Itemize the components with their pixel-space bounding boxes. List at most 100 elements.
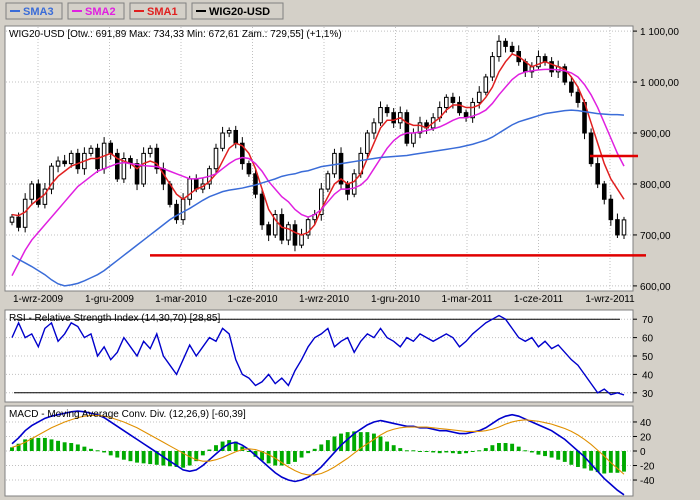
date-tick-label: 1-cze-2010 [227, 294, 277, 305]
macd-histogram-bar [562, 451, 567, 462]
macd-histogram-bar [266, 451, 271, 464]
macd-histogram-bar [56, 440, 61, 451]
macd-histogram-bar [69, 443, 74, 451]
macd-histogram-bar [431, 451, 436, 453]
date-tick-label: 1-wrz-2011 [585, 294, 635, 305]
macd-tick-label: -40 [640, 476, 655, 487]
candle-body [233, 129, 239, 144]
macd-histogram-bar [411, 450, 416, 452]
candle-body [601, 183, 607, 200]
price-tick-label: 700,00 [640, 231, 671, 242]
macd-histogram-bar [378, 436, 383, 451]
legend-label: SMA2 [85, 6, 116, 18]
macd-histogram-bar [523, 450, 528, 452]
rsi-tick-label: 40 [642, 370, 654, 381]
macd-histogram-bar [543, 451, 547, 457]
candle-body [450, 96, 456, 103]
macd-histogram-bar [62, 442, 67, 451]
macd-histogram-bar [89, 448, 93, 451]
candle-body [147, 147, 153, 154]
candle-body [496, 40, 502, 58]
date-tick-label: 1-wrz-2010 [299, 294, 349, 305]
candle-body [68, 152, 74, 165]
candle-body [483, 76, 489, 93]
date-tick-label: 1-wrz-2009 [13, 294, 63, 305]
macd-histogram-bar [214, 445, 218, 451]
candle-body [213, 147, 219, 170]
candle-body [193, 178, 199, 190]
macd-panel-title: MACD - Moving Average Conv. Div. (12,26,… [9, 409, 246, 420]
candle-body [108, 142, 114, 154]
macd-histogram-bar [187, 451, 192, 466]
candle-body [141, 152, 146, 185]
date-tick-label: 1-gru-2009 [85, 294, 134, 305]
macd-histogram-bar [490, 445, 495, 451]
macd-histogram-bar [503, 443, 508, 451]
macd-histogram-bar [108, 451, 113, 456]
price-tick-label: 900,00 [640, 129, 671, 140]
macd-histogram-bar [148, 451, 153, 465]
macd-histogram-bar [549, 451, 554, 458]
candle-body [621, 219, 627, 236]
macd-histogram-bar [404, 450, 409, 452]
candle-body [332, 152, 337, 175]
candle-body [608, 198, 614, 221]
candle-body [226, 129, 232, 134]
macd-histogram-bar [582, 451, 587, 469]
macd-histogram-bar [332, 436, 337, 451]
date-tick-label: 1-gru-2010 [371, 294, 420, 305]
candle-body [351, 173, 357, 195]
candle-body [457, 101, 462, 114]
candle-body [391, 112, 396, 124]
macd-histogram-bar [391, 445, 396, 451]
candle-body [378, 107, 383, 124]
macd-y-axis: 40 20 0 -20 -40 [633, 418, 655, 487]
candle-body [299, 234, 304, 246]
macd-histogram-bar [102, 451, 107, 453]
macd-histogram-bar [477, 450, 482, 452]
candle-body [404, 112, 410, 144]
rsi-y-axis: 70 60 50 40 30 [633, 315, 654, 400]
candle-body [365, 132, 370, 154]
candle-body [75, 152, 81, 170]
chart-canvas: SMA3 SMA2 SMA1 WIG20-USD WIG20-USD [Otw.: 6… [0, 0, 700, 497]
candle-body [503, 40, 508, 47]
macd-histogram-bar [556, 451, 561, 460]
candle-body [9, 216, 15, 223]
macd-histogram-bar [371, 433, 376, 451]
macd-histogram-bar [128, 451, 133, 462]
candle-body [220, 132, 225, 149]
rsi-tick-label: 60 [642, 334, 654, 345]
macd-histogram-bar [82, 446, 87, 451]
candle-body [476, 91, 482, 103]
candle-body [384, 107, 390, 114]
rsi-tick-label: 50 [642, 352, 654, 363]
candle-body [509, 45, 515, 52]
candle-body [490, 56, 495, 78]
date-tick-label: 1-mar-2010 [155, 294, 207, 305]
price-tick-label: 1 100,00 [640, 27, 679, 38]
candle-body [588, 132, 594, 165]
macd-histogram-bar [207, 449, 212, 451]
macd-histogram-bar [529, 451, 534, 453]
candle-body [134, 163, 140, 185]
macd-histogram-bar [115, 451, 120, 458]
candle-body [371, 122, 377, 134]
price-tick-label: 1 000,00 [640, 78, 679, 89]
macd-histogram-bar [167, 451, 172, 467]
candle-body [187, 178, 192, 200]
macd-tick-label: 20 [640, 432, 652, 443]
macd-histogram-bar [141, 451, 146, 464]
price-y-axis: 1 100,00 1 000,00 900,00 800,00 700,00 600,00 [633, 27, 679, 293]
macd-histogram-bar [135, 451, 139, 463]
macd-histogram-bar [10, 447, 14, 451]
legend-label: WIG20-USD [209, 6, 270, 18]
date-x-axis: 1-wrz-2009 1-gru-2009 1-mar-2010 1-cze-2010… [13, 294, 635, 305]
rsi-tick-label: 30 [642, 389, 654, 400]
candle-body [615, 219, 620, 236]
candle-body [259, 193, 265, 226]
macd-histogram-bar [437, 451, 442, 454]
macd-histogram-bar [339, 433, 343, 451]
macd-histogram-bar [319, 444, 324, 451]
macd-histogram-bar [516, 446, 521, 451]
